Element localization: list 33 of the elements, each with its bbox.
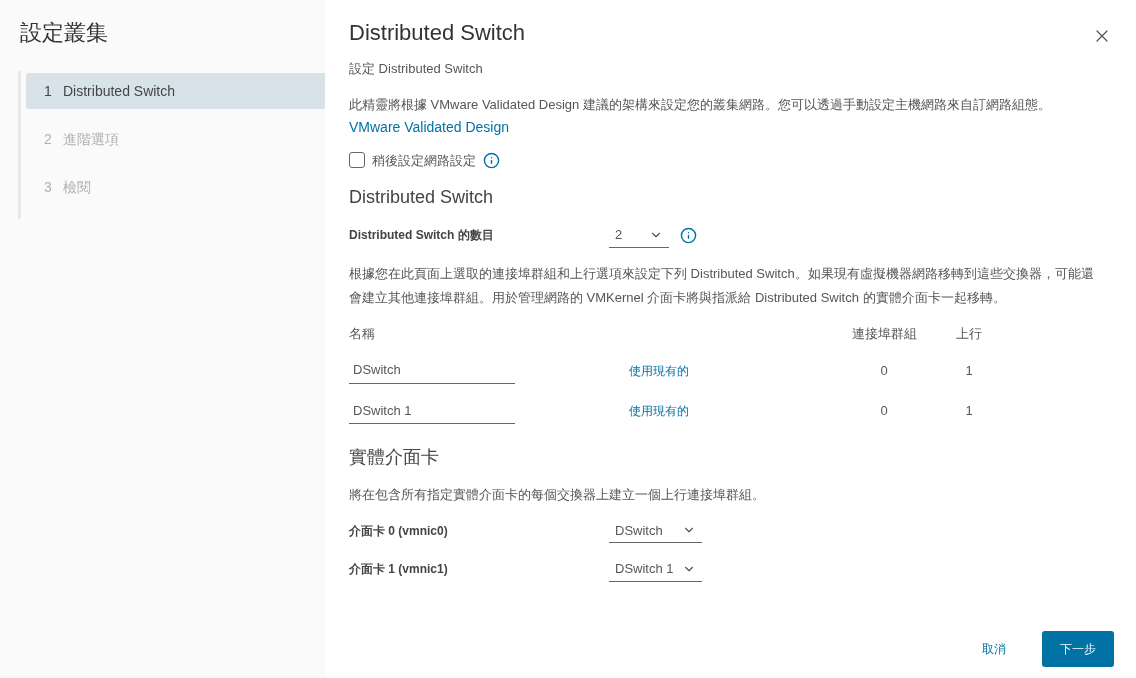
subtitle: 設定 Distributed Switch <box>349 60 484 78</box>
checkbox[interactable] <box>349 152 365 169</box>
field-label: 介面卡 0 (vmnic0) <box>349 522 449 540</box>
switch-select[interactable]: DSwitch 1 <box>609 557 702 582</box>
next-button[interactable]: 下一步 <box>1042 631 1114 667</box>
count-select[interactable]: 2 <box>609 223 669 248</box>
dialog-title: Distributed Switch <box>349 19 526 47</box>
cancel-button[interactable]: 取消 <box>970 632 1018 666</box>
switch-description: 根據您在此頁面上選取的連接埠群組和上行選項來設定下列 Distributed Switch。如果現有虛擬機器網路移轉到這些交換器，可能還會建立其他連接埠群組。用於管理網路的 VMKernel 介面卡將與指派給 Distributed Switch 的實體介面卡一起移轉。 <box>349 264 1095 307</box>
use-existing-link[interactable]: 使用現有的 <box>629 363 689 378</box>
info-icon[interactable] <box>680 226 697 244</box>
column-header: 連接埠群組 <box>850 324 918 343</box>
name-input[interactable]: DSwitch 1 <box>349 397 515 424</box>
name-input[interactable]: DSwitch <box>349 357 515 384</box>
column-header: 名稱 <box>349 324 376 343</box>
use-existing-link[interactable]: 使用現有的 <box>629 404 689 418</box>
wizard-step[interactable]: 1 Distributed Switch <box>26 73 325 109</box>
field-label: Distributed Switch 的數目 <box>349 227 495 245</box>
table-cell-text: 0 <box>879 402 889 420</box>
table-cell-text: 1 <box>964 402 974 420</box>
checkbox-label: 稍後設定網路設定 <box>372 151 476 170</box>
intro-text: 此精靈將根據 VMware Validated Design 建議的架構來設定您的叢集網路。您可以透過手動設定主機網路來自訂網路組態。 VMware Validated Design <box>349 95 1052 137</box>
table-cell-text: 1 <box>964 361 974 380</box>
sidebar-title: 設定叢集 <box>19 19 109 47</box>
column-header: 上行 <box>955 324 983 343</box>
info-icon[interactable] <box>483 151 500 169</box>
field-label: 介面卡 1 (vmnic1) <box>349 561 449 579</box>
section-heading: 實體介面卡 <box>349 446 440 469</box>
switch-select[interactable]: DSwitch <box>609 518 702 543</box>
section-heading: Distributed Switch <box>349 186 495 209</box>
table-cell-text: 0 <box>879 361 889 380</box>
design-link[interactable]: VMware Validated Design <box>349 118 510 135</box>
nic-description: 將在包含所有指定實體介面卡的每個交換器上建立一個上行連接埠群組。 <box>349 486 766 504</box>
